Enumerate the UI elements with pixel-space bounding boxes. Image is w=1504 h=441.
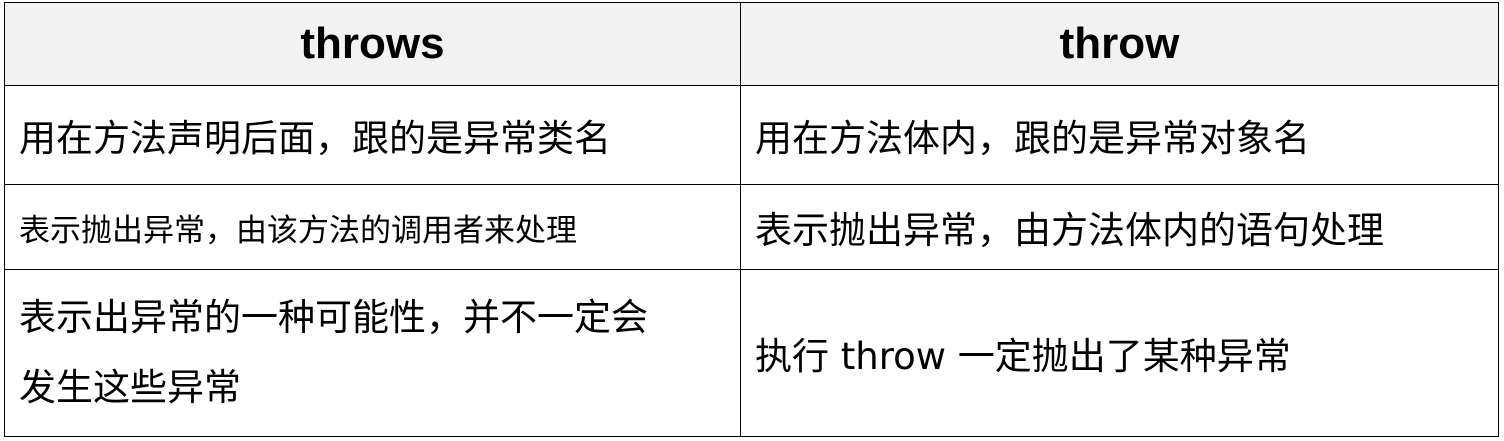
cell-line: 发生这些异常 bbox=[19, 366, 241, 409]
cell-throws-handling: 表示抛出异常，由该方法的调用者来处理 bbox=[4, 184, 741, 270]
comparison-table: throws throw 用在方法声明后面，跟的是异常类名 用在方法体内，跟的是… bbox=[4, 2, 1499, 437]
table-row: 用在方法声明后面，跟的是异常类名 用在方法体内，跟的是异常对象名 bbox=[4, 85, 1499, 185]
header-throws: throws bbox=[4, 2, 741, 86]
cell-line: 表示出异常的一种可能性，并不一定会 bbox=[19, 296, 648, 339]
table-row: 表示抛出异常，由该方法的调用者来处理 表示抛出异常，由方法体内的语句处理 bbox=[4, 184, 1499, 270]
cell-throw-certainty: 执行 throw 一定抛出了某种异常 bbox=[740, 269, 1499, 437]
table-row: 表示出异常的一种可能性，并不一定会 发生这些异常 执行 throw 一定抛出了某… bbox=[4, 269, 1499, 437]
cell-throws-usage: 用在方法声明后面，跟的是异常类名 bbox=[4, 85, 741, 185]
cell-throw-handling: 表示抛出异常，由方法体内的语句处理 bbox=[740, 184, 1499, 270]
cell-throws-possibility: 表示出异常的一种可能性，并不一定会 发生这些异常 bbox=[4, 269, 741, 437]
table-header-row: throws throw bbox=[4, 2, 1499, 86]
cell-throw-usage: 用在方法体内，跟的是异常对象名 bbox=[740, 85, 1499, 185]
header-throw: throw bbox=[740, 2, 1499, 86]
